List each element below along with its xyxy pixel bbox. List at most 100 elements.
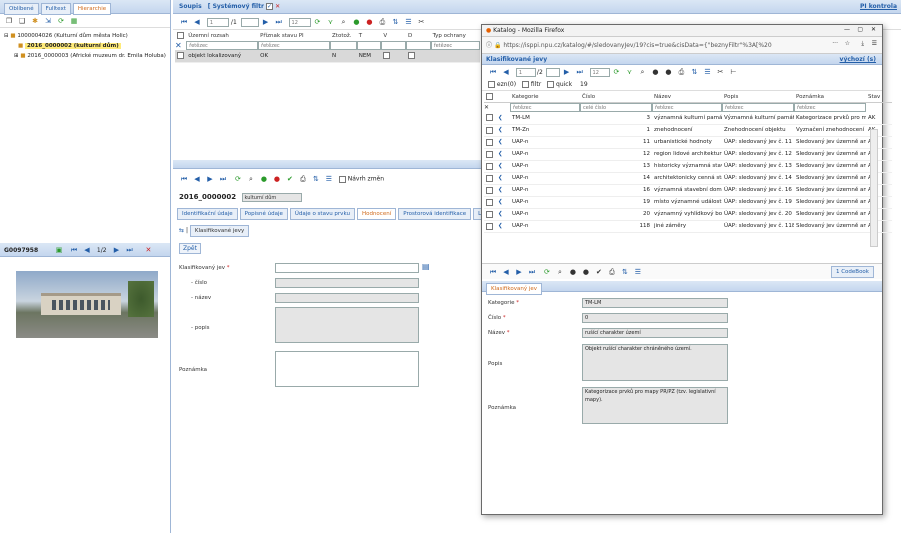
- info-icon[interactable]: ⓘ: [486, 42, 492, 49]
- table-row[interactable]: ❮ UAP-n 20 významný vyhlídkový bod ÚAP: sled…: [484, 208, 892, 221]
- col-header[interactable]: Typ ochrany: [431, 30, 480, 41]
- col-header[interactable]: Příznak stavu PI: [258, 30, 330, 41]
- row-checkbox[interactable]: [486, 150, 493, 158]
- clear-filter-icon[interactable]: ✕: [484, 103, 496, 113]
- print-icon[interactable]: ⎙: [676, 67, 686, 77]
- tab-identifikace[interactable]: Identifikační údaje: [177, 208, 238, 220]
- add-photo-icon[interactable]: ▣: [54, 245, 64, 255]
- table-row[interactable]: ❮ UAP-n 19 místo významné události ÚAP: sled…: [484, 196, 892, 209]
- system-filter[interactable]: [ Systémový filtr: [208, 3, 264, 10]
- add-icon[interactable]: ●: [351, 17, 361, 27]
- print-icon[interactable]: ⎙: [298, 174, 308, 184]
- prev-icon[interactable]: ◀: [192, 174, 202, 184]
- select-row-icon[interactable]: ❮: [496, 184, 510, 197]
- refresh-icon[interactable]: ⟳: [611, 67, 621, 77]
- tab-stav[interactable]: Údaje o stavu prvku: [289, 208, 355, 220]
- menu-icon[interactable]: ☰: [872, 40, 877, 47]
- table-row[interactable]: ❮TM-LM3významná kulturní památkaVýznamná…: [484, 112, 892, 125]
- tree-icon[interactable]: ✱: [30, 16, 40, 26]
- tools-icon[interactable]: ✂: [416, 17, 426, 27]
- col-header[interactable]: Popis: [722, 91, 794, 103]
- table-row[interactable]: ❮UAP-n14architektonicky cenná stavbaÚAP:…: [484, 172, 892, 185]
- row-checkbox[interactable]: [486, 162, 493, 170]
- col-header[interactable]: D: [406, 30, 431, 41]
- row-checkbox[interactable]: [486, 138, 493, 146]
- collapse-icon[interactable]: ⇆: [179, 227, 184, 234]
- clear-filter-icon[interactable]: ✕: [175, 41, 186, 50]
- select-row-icon[interactable]: ❮: [496, 208, 510, 221]
- page-size-select[interactable]: 12: [589, 67, 610, 77]
- search-icon[interactable]: ⌕: [555, 267, 565, 277]
- select-row-icon[interactable]: ❮: [496, 160, 510, 173]
- sort-icon[interactable]: ⇅: [390, 17, 400, 27]
- print-icon[interactable]: ⎙: [607, 267, 617, 277]
- filter-icon[interactable]: ⋎: [624, 67, 634, 77]
- first-icon[interactable]: ⏮: [488, 67, 498, 77]
- select-row-icon[interactable]: ❮: [496, 112, 510, 125]
- filter-input[interactable]: řetězec: [258, 41, 331, 50]
- sort-icon[interactable]: ⇅: [311, 174, 321, 184]
- page-input[interactable]: 1: [515, 67, 536, 77]
- download-icon[interactable]: ⤓: [861, 40, 864, 48]
- select-row-icon[interactable]: ❮: [496, 172, 510, 185]
- col-header[interactable]: Číslo: [580, 91, 652, 103]
- sort-icon[interactable]: ⇅: [620, 267, 630, 277]
- filter-input[interactable]: řetězec: [430, 41, 480, 50]
- grid-icon[interactable]: ▦: [69, 16, 79, 26]
- table-row[interactable]: ❮UAP-n16významná stavební dominantaÚAP: …: [484, 184, 892, 197]
- table-row[interactable]: ❮ UAP-n 118 jiné záměry ÚAP: sledovaný jev č…: [484, 220, 892, 233]
- filtr-checkbox[interactable]: [522, 81, 529, 88]
- col-header[interactable]: Územní rozsah: [186, 30, 258, 41]
- remove-icon[interactable]: ●: [272, 174, 282, 184]
- columns-icon[interactable]: ☰: [633, 267, 643, 277]
- refresh-icon[interactable]: ⟳: [312, 17, 322, 27]
- tree-item-selected[interactable]: ■ 2016_0000002 (kulturní dům): [4, 41, 170, 51]
- add-icon[interactable]: ●: [650, 67, 660, 77]
- page-input[interactable]: 1: [206, 17, 229, 27]
- maximize-button[interactable]: ▢: [857, 26, 863, 33]
- first-icon[interactable]: ⏮: [179, 17, 189, 27]
- prev-icon[interactable]: ◀: [501, 267, 511, 277]
- row-checkbox[interactable]: [177, 52, 184, 60]
- filter-input[interactable]: celé číslo: [580, 103, 652, 112]
- filter-checkbox[interactable]: ✓: [266, 3, 274, 10]
- tab-oblibene[interactable]: Oblíbené: [4, 3, 39, 15]
- filter-input[interactable]: řetězec: [510, 103, 580, 112]
- tab-prostorova[interactable]: Prostorová identifikace: [398, 208, 472, 220]
- confirm-icon[interactable]: ✔: [285, 174, 295, 184]
- poznamka-field[interactable]: [275, 351, 419, 387]
- select-all-checkbox[interactable]: [486, 93, 493, 100]
- minimize-button[interactable]: —: [844, 26, 850, 33]
- col-header[interactable]: Poznámka: [794, 91, 866, 103]
- select-all-checkbox[interactable]: [177, 32, 184, 39]
- paste-icon[interactable]: ❑: [17, 16, 27, 26]
- col-header[interactable]: T: [357, 30, 382, 41]
- columns-icon[interactable]: ☰: [403, 17, 413, 27]
- last-icon[interactable]: ⏭: [218, 174, 228, 184]
- print-icon[interactable]: ⎙: [377, 17, 387, 27]
- next-icon[interactable]: ▶: [261, 17, 271, 27]
- col-header[interactable]: Stav: [866, 91, 892, 103]
- filter-input[interactable]: řetězec: [652, 103, 722, 112]
- subtab-klasifikovane[interactable]: Klasifikované jevy: [189, 225, 250, 237]
- copy-icon[interactable]: ❐: [4, 16, 14, 26]
- select-row-icon[interactable]: ❮: [496, 124, 510, 137]
- row-checkbox[interactable]: [486, 222, 493, 230]
- tab-popisne[interactable]: Popisné údaje: [239, 208, 288, 220]
- search-icon[interactable]: ⌕: [338, 17, 348, 27]
- filter-select[interactable]: [381, 41, 406, 50]
- more-icon[interactable]: ···: [832, 40, 838, 47]
- row-checkbox[interactable]: [486, 126, 493, 134]
- defaults-link[interactable]: výchozí (s): [840, 56, 876, 63]
- sort-icon[interactable]: ⇅: [689, 67, 699, 77]
- filter-icon[interactable]: ⋎: [325, 17, 335, 27]
- add-icon[interactable]: ●: [568, 267, 578, 277]
- table-row[interactable]: ❮ UAP-n 11 urbanistické hodnoty ÚAP: sledova…: [484, 136, 892, 149]
- codebook-button[interactable]: 1 CodeBook: [830, 266, 874, 278]
- table-row[interactable]: objekt lokalizovaný OK N NEM: [175, 50, 480, 63]
- remove-icon[interactable]: ●: [663, 67, 673, 77]
- confirm-icon[interactable]: ✔: [594, 267, 604, 277]
- row-checkbox[interactable]: [486, 174, 493, 182]
- row-checkbox[interactable]: [486, 198, 493, 206]
- back-button[interactable]: Zpět: [179, 243, 201, 254]
